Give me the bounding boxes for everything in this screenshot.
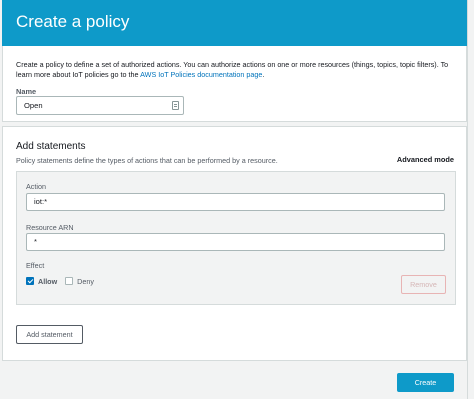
action-input[interactable]: iot:* — [26, 193, 445, 211]
policy-name-section: Create a policy to define a set of autho… — [2, 46, 467, 122]
advanced-mode-button[interactable]: Advanced mode — [397, 155, 454, 164]
statements-subtitle: Policy statements define the types of ac… — [16, 156, 278, 165]
allow-label: Allow — [38, 276, 58, 286]
intro-text: Create a policy to define a set of autho… — [16, 60, 449, 79]
action-label: Action — [26, 182, 46, 191]
statements-section: Add statements Policy statements define … — [2, 126, 467, 361]
statement-card: Action iot:* Resource ARN * Effect Allow… — [16, 171, 456, 305]
right-divider — [467, 0, 468, 399]
create-button[interactable]: Create — [397, 373, 454, 392]
keyboard-icon — [172, 101, 179, 110]
documentation-link[interactable]: AWS IoT Policies documentation page — [140, 70, 262, 79]
effect-label: Effect — [26, 261, 45, 270]
name-label: Name — [16, 87, 37, 96]
effect-options: Allow Deny — [26, 275, 102, 287]
name-input-value: Open — [24, 101, 43, 110]
deny-checkbox[interactable] — [65, 277, 74, 285]
allow-checkbox[interactable] — [26, 277, 34, 285]
remove-button[interactable]: Remove — [401, 275, 446, 294]
resource-arn-input[interactable]: * — [26, 233, 445, 251]
create-policy-page: Create a policy Create a policy to defin… — [0, 0, 474, 399]
resource-arn-label: Resource ARN — [26, 223, 74, 232]
page-title: Create a policy — [16, 12, 130, 31]
name-input[interactable]: Open — [16, 96, 184, 115]
statements-title: Add statements — [16, 141, 86, 152]
deny-label: Deny — [77, 276, 94, 286]
add-statement-button[interactable]: Add statement — [16, 325, 83, 344]
page-header: Create a policy — [2, 0, 467, 46]
